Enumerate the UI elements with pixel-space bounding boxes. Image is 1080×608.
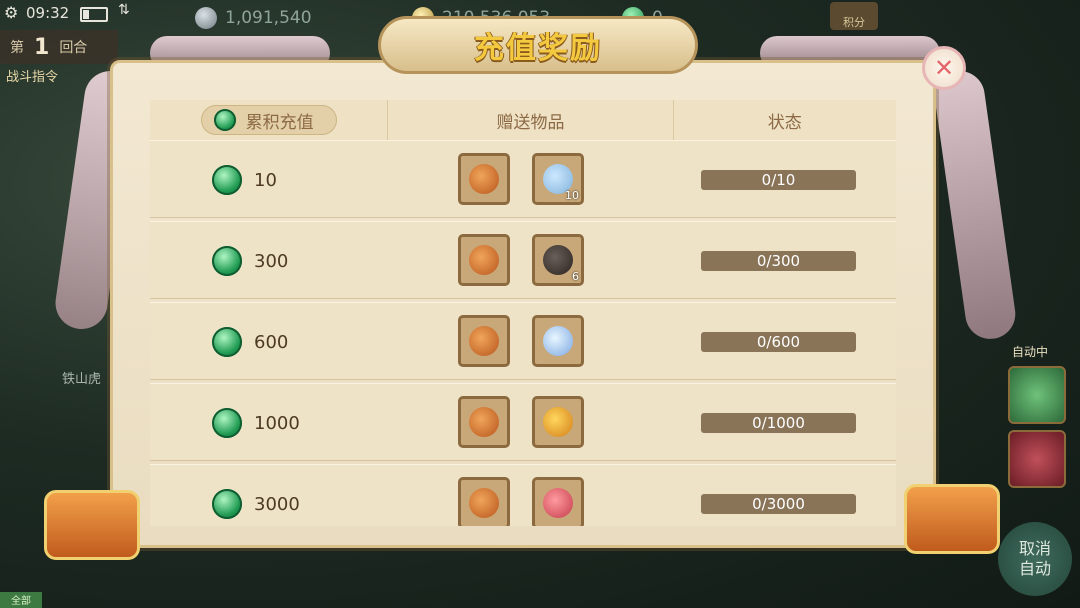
clock: 09:32 (26, 4, 70, 22)
reward-item-slot[interactable] (458, 234, 510, 286)
silver-coin-icon (195, 7, 217, 29)
jade-icon (212, 165, 242, 195)
chat-channel-tag[interactable]: 全部 (0, 592, 42, 608)
round-prefix: 第 (10, 40, 24, 56)
amount-value: 1000 (254, 412, 300, 434)
treasure-chest-right (904, 484, 1000, 554)
reward-item-slot[interactable] (458, 396, 510, 448)
reward-list[interactable]: 10 10 0/10 300 6 0/300 600 0/600 1000 0/… (150, 96, 896, 526)
dialog-title-plaque: 充值奖励 (378, 16, 698, 74)
recharge-amount: 10 (212, 141, 277, 219)
battery-icon (80, 7, 108, 22)
recharge-amount: 1000 (212, 384, 300, 462)
auto-item-slot[interactable] (1008, 430, 1066, 488)
amount-value: 10 (254, 169, 277, 191)
item-quantity: 6 (572, 270, 579, 283)
progress-status: 0/600 (701, 332, 856, 352)
close-icon: ✕ (933, 54, 955, 82)
bag-with-silver-icon (469, 164, 499, 194)
cancel-auto-line1: 取消 (1018, 539, 1051, 558)
reward-row: 300 6 0/300 (150, 221, 896, 299)
reward-item-slot[interactable]: 10 (532, 153, 584, 205)
recharge-amount: 3000 (212, 465, 300, 526)
recharge-amount: 300 (212, 222, 288, 300)
progress-status: 0/1000 (701, 413, 856, 433)
settings-icon: ⚙ (4, 3, 19, 22)
bag-with-silver-icon (469, 245, 499, 275)
golden-pouch-icon (543, 407, 573, 437)
jade-icon (212, 246, 242, 276)
bag-with-silver-icon (469, 407, 499, 437)
points-button-label: 积分 (843, 16, 865, 29)
progress-status: 0/10 (701, 170, 856, 190)
battle-command-button[interactable]: 战斗指令 (6, 66, 58, 85)
item-quantity: 10 (565, 189, 579, 202)
auto-skill-slot[interactable] (1008, 366, 1066, 424)
close-button[interactable]: ✕ (922, 46, 966, 90)
round-counter: 第 1 回合 (0, 30, 118, 64)
reward-item-slot[interactable] (532, 315, 584, 367)
jade-icon (212, 327, 242, 357)
reward-row: 600 0/600 (150, 302, 896, 380)
bag-with-silver-icon (469, 488, 499, 518)
recharge-amount: 600 (212, 303, 288, 381)
dark-ore-icon (543, 245, 573, 275)
reward-item-slot[interactable] (532, 396, 584, 448)
amount-value: 3000 (254, 493, 300, 515)
cancel-auto-button[interactable]: 取消 自动 (998, 522, 1072, 596)
round-suffix: 回合 (59, 40, 88, 56)
treasure-chest-left (44, 490, 140, 560)
silver-resource: 1,091,540 (195, 6, 312, 30)
bag-with-silver-icon (469, 326, 499, 356)
jade-icon (212, 408, 242, 438)
jade-icon (212, 489, 242, 519)
reward-row: 10 10 0/10 (150, 140, 896, 218)
crystal-orb-icon (543, 326, 573, 356)
amount-value: 300 (254, 250, 289, 272)
auto-status-label: 自动中 (1012, 345, 1049, 359)
amount-value: 600 (254, 331, 289, 353)
cancel-auto-line2: 自动 (1018, 559, 1051, 578)
reward-item-slot[interactable] (458, 315, 510, 367)
reward-item-slot[interactable] (458, 477, 510, 526)
silver-amount: 1,091,540 (225, 8, 312, 28)
reward-item-slot[interactable] (532, 477, 584, 526)
progress-status: 0/300 (701, 251, 856, 271)
reward-item-slot[interactable]: 6 (532, 234, 584, 286)
round-number: 1 (34, 34, 50, 60)
reward-row: 1000 0/1000 (150, 383, 896, 461)
unit-name-label: 铁山虎 (62, 372, 102, 387)
progress-status: 0/3000 (701, 494, 856, 514)
network-arrows-icon: ⇅ (118, 2, 130, 18)
dialog-title: 充值奖励 (474, 31, 602, 66)
reward-item-slot[interactable] (458, 153, 510, 205)
red-pouch-icon (543, 488, 573, 518)
points-button[interactable]: 积分 (830, 2, 878, 30)
reward-row: 3000 0/3000 (150, 464, 896, 526)
